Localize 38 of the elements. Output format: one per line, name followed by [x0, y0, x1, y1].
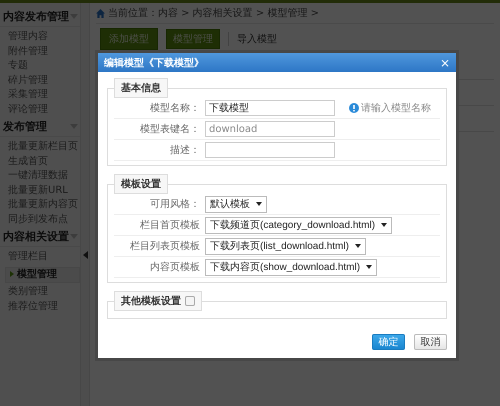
input-field[interactable] [205, 142, 335, 158]
info-icon [349, 103, 359, 113]
input-field[interactable]: 下载模型 [205, 100, 335, 116]
dropdown-arrow-icon [256, 202, 262, 206]
field-label: 栏目首页模板 [139, 218, 201, 232]
sidebar-item[interactable]: 模型管理 [5, 266, 80, 283]
dialog-title: 编辑模型《下载模型》 [104, 56, 204, 70]
close-button[interactable]: × [440, 56, 450, 70]
dialog-button[interactable]: 取消 [414, 334, 447, 350]
select-dropdown[interactable]: 默认模板 [205, 196, 267, 212]
input-field[interactable]: download [205, 121, 335, 137]
select-dropdown[interactable]: 下载列表页(list_download.html) [205, 238, 366, 254]
breadcrumb: 当前位置：内容 > 内容相关设置 > 模型管理 > [108, 6, 320, 20]
section-legend: 其他模板设置 [114, 291, 202, 311]
toolbar-button[interactable]: 模型管理 [166, 29, 220, 49]
checkbox[interactable] [185, 296, 195, 306]
field-hint: 请输入模型名称 [361, 102, 431, 115]
sidebar-section-title[interactable]: 内容相关设置 [3, 229, 69, 244]
field-label: 栏目列表页模板 [129, 240, 201, 253]
field-label: 可用风格： [149, 198, 201, 211]
dropdown-arrow-icon [354, 244, 361, 248]
home-icon [96, 8, 105, 18]
field-label: 模型表键名： [139, 122, 201, 136]
toolbar-link[interactable]: 导入模型 [228, 32, 277, 46]
toolbar-button[interactable]: 添加模型 [100, 28, 158, 50]
dialog-button[interactable]: 确定 [372, 334, 405, 350]
sidebar-section-title[interactable]: 发布管理 [3, 119, 47, 134]
field-label: 内容页模板 [149, 260, 201, 274]
section-legend: 基本信息 [114, 78, 168, 98]
dropdown-arrow-icon [366, 265, 372, 269]
select-dropdown[interactable]: 下载内容页(show_download.html) [205, 258, 378, 276]
section-legend: 模板设置 [114, 174, 168, 194]
collapse-arrow-icon[interactable] [82, 250, 88, 258]
dropdown-arrow-icon [381, 223, 388, 227]
field-label: 描述： [169, 144, 201, 157]
field-label: 模型名称： [149, 102, 201, 115]
select-dropdown[interactable]: 下载频道页(category_download.html) [205, 216, 392, 234]
sidebar-section-title[interactable]: 内容发布管理 [3, 9, 69, 24]
